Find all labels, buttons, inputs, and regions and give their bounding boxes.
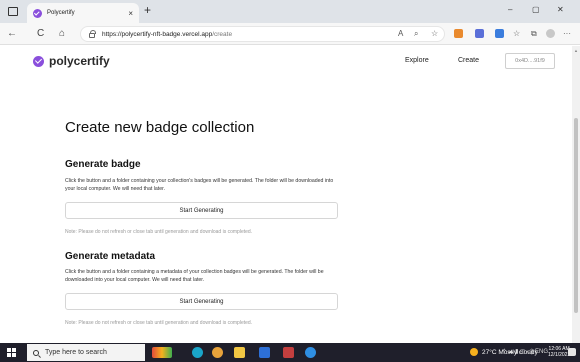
favorite-star-icon[interactable]: ☆ — [431, 29, 438, 39]
collections-icon[interactable]: ⧉ — [531, 29, 537, 39]
extension-k-icon[interactable] — [495, 29, 504, 38]
tab-close-icon[interactable]: × — [128, 9, 133, 18]
read-aloud-icon[interactable]: A — [398, 29, 403, 39]
taskbar-clock[interactable]: 12:06 AM 12/1/2022 — [548, 346, 570, 358]
back-arrow-icon[interactable]: ← — [7, 28, 17, 40]
section-title-badge: Generate badge — [65, 159, 141, 170]
windows-start-icon[interactable] — [7, 348, 16, 357]
page-scrollbar[interactable]: ▲ — [572, 46, 580, 343]
new-tab-button[interactable]: + — [144, 3, 151, 17]
page-title: Create new badge collection — [65, 119, 255, 136]
section-description-badge: Click the button and a folder containing… — [65, 178, 334, 192]
nav-create-link[interactable]: Create — [458, 57, 479, 64]
close-window-button[interactable]: ✕ — [557, 5, 564, 14]
nav-explore-link[interactable]: Explore — [405, 57, 429, 64]
tab-actions-icon[interactable] — [6, 5, 20, 17]
taskbar-widget-icon[interactable] — [152, 347, 172, 358]
search-icon — [33, 349, 39, 356]
profile-avatar-icon[interactable] — [546, 29, 555, 38]
windows-taskbar: Type here to search 27°C Mostly cloudy ^… — [0, 343, 580, 362]
scroll-up-arrow-icon[interactable]: ▲ — [572, 48, 580, 53]
metamask-extension-icon[interactable] — [454, 29, 463, 38]
restore-button[interactable]: ▢ — [532, 5, 540, 14]
section-note-badge: Note: Please do not refresh or close tab… — [65, 229, 253, 235]
logo-text: polycertify — [49, 54, 110, 68]
section-description-metadata: Click the button and a folder containing… — [65, 269, 324, 283]
section-title-metadata: Generate metadata — [65, 251, 156, 262]
checkmark-badge-icon — [33, 55, 44, 67]
site-header: polycertify Explore Create 0x4D....91f9 — [0, 46, 572, 76]
taskbar-search-input[interactable]: Type here to search — [27, 344, 145, 361]
browser-tab-polycertify[interactable]: Polycertify × — [27, 3, 139, 23]
chrome-browser-icon[interactable] — [212, 347, 223, 358]
start-generating-metadata-button[interactable]: Start Generating — [65, 293, 338, 310]
skype-app-icon[interactable] — [305, 347, 316, 358]
system-tray-icons[interactable]: ^ ☁ ▮ ◻ ◁) ENG — [503, 348, 548, 355]
start-generating-badge-button[interactable]: Start Generating — [65, 202, 338, 219]
file-explorer-icon[interactable] — [234, 347, 245, 358]
search-placeholder: Type here to search — [45, 349, 107, 356]
url-text: https://polycertify-nft-badge.vercel.app… — [102, 30, 233, 38]
extension-icon[interactable] — [475, 29, 484, 38]
clock-date: 12/1/2022 — [548, 352, 571, 358]
address-bar[interactable]: https://polycertify-nft-badge.vercel.app… — [80, 26, 445, 42]
edge-browser-icon[interactable] — [192, 347, 203, 358]
wallet-address-button[interactable]: 0x4D....91f9 — [505, 53, 555, 69]
lock-icon — [89, 29, 96, 38]
app-icon[interactable] — [283, 347, 294, 358]
minimize-button[interactable]: – — [508, 5, 512, 14]
scroll-thumb[interactable] — [574, 118, 578, 313]
word-app-icon[interactable] — [259, 347, 270, 358]
home-icon[interactable]: ⌂ — [59, 28, 65, 40]
zoom-icon[interactable]: ⌕ — [414, 29, 418, 39]
site-logo[interactable]: polycertify — [33, 54, 110, 68]
browser-tab-strip: Polycertify × + – ▢ ✕ — [0, 0, 580, 23]
more-menu-icon[interactable]: ··· — [563, 29, 571, 39]
refresh-icon[interactable]: C — [37, 28, 44, 40]
weather-sun-icon — [470, 348, 478, 356]
extensions-icon[interactable]: ☆ — [513, 29, 520, 39]
tab-title: Polycertify — [47, 10, 75, 16]
polycertify-favicon-icon — [33, 8, 42, 18]
notification-icon[interactable] — [568, 348, 576, 356]
browser-toolbar: ← C ⌂ https://polycertify-nft-badge.verc… — [0, 23, 580, 45]
section-note-metadata: Note: Please do not refresh or close tab… — [65, 320, 253, 326]
